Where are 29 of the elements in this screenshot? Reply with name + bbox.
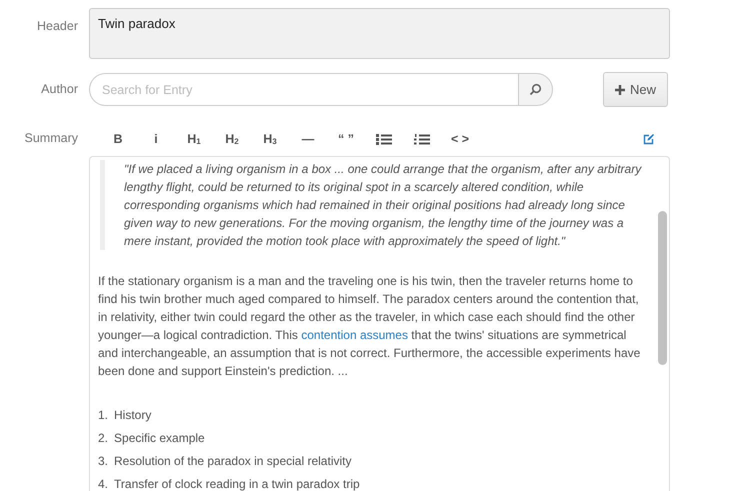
- list-item: Specific example: [114, 430, 205, 447]
- link[interactable]: contention assumes: [301, 328, 408, 342]
- list-item: History: [114, 407, 152, 424]
- search-button[interactable]: [518, 73, 553, 106]
- format-button[interactable]: i: [137, 127, 175, 151]
- format-button[interactable]: B: [99, 127, 137, 151]
- bullet-list-icon: [376, 134, 392, 144]
- list-number: 4.: [98, 476, 108, 491]
- scrollbar[interactable]: [658, 211, 667, 365]
- list-number: 3.: [98, 453, 108, 470]
- format-button[interactable]: —: [289, 127, 327, 151]
- new-button[interactable]: New: [603, 72, 668, 107]
- header-field[interactable]: Twin paradox: [89, 8, 670, 59]
- paragraph: If the stationary organism is a man and the traveling one is his twin, then the traveler returns home to find his twin brother much aged compared to himself. The paradox centers around the contention that, in relativity, either twin could regard the other as the traveler, in which case each should find the other younger—a logical contradiction. This contention assumes that the twins' situations are symmetrical and interchangeable, an assumption that is not correct. Furthermore, the accessible experiments have been done and support Einstein's prediction. ...: [98, 273, 642, 380]
- header-label: Header: [37, 19, 78, 33]
- format-button[interactable]: < >: [441, 127, 479, 151]
- list-number: 2.: [98, 430, 108, 447]
- list-item: Transfer of clock reading in a twin paradox trip: [114, 476, 360, 491]
- list-number: 1.: [98, 407, 108, 424]
- plus-icon: [614, 84, 625, 94]
- summary-label: Summary: [24, 131, 78, 145]
- list-item: Resolution of the paradox in special relativity: [114, 453, 352, 470]
- format-button[interactable]: “ ”: [327, 127, 365, 151]
- numbered-list-icon: [414, 134, 430, 144]
- author-label: Author: [41, 82, 78, 96]
- search-field[interactable]: Search for Entry: [89, 73, 518, 106]
- search-icon: [529, 83, 542, 96]
- edit-icon: [642, 134, 654, 144]
- block-quote: "If we placed a living organism in a box ... one could arrange that the organism, after any arbitrary lengthy flight, could be returned to its original spot in a scarcely altered condition, while corresponding organisms which had remained in their original positions had already long since given way to new generations. For the moving organism, the lengthy time of the journey was a mere instant, provided the motion took place with approximately the speed of light.": [100, 160, 649, 250]
